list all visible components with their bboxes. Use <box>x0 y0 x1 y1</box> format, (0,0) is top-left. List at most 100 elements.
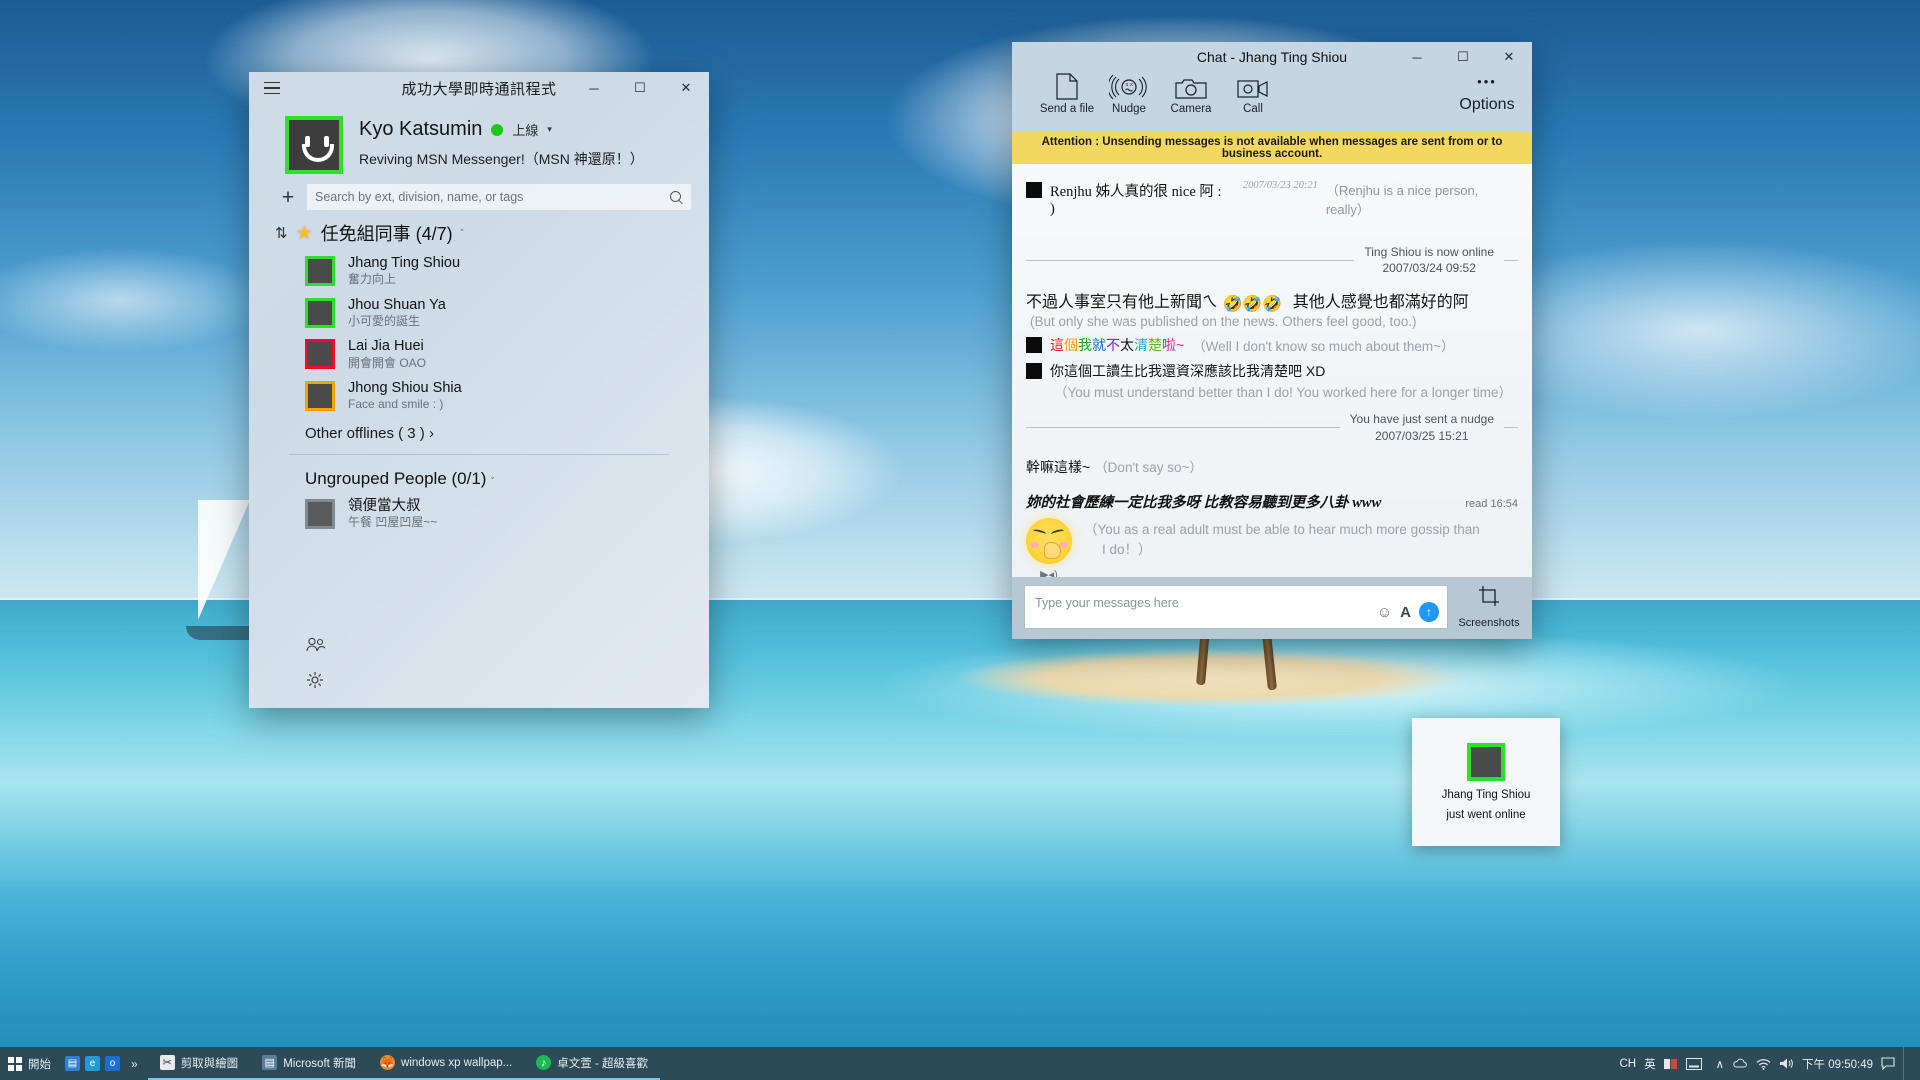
chat-message: 幹嘛這樣~ （Don't say so~） <box>1026 456 1518 477</box>
onedrive-icon[interactable] <box>1732 1058 1748 1070</box>
contact-name: Lai Jia Huei <box>348 338 424 355</box>
divider <box>1504 427 1518 429</box>
taskbar-item-label: 卓文萱 - 超級喜歡 <box>557 1057 648 1070</box>
profile-status-label[interactable]: 上線 <box>512 120 538 139</box>
other-offlines-link[interactable]: Other offlines ( 3 ) › <box>249 417 709 448</box>
network-icon[interactable] <box>1756 1058 1771 1070</box>
notifications-icon[interactable] <box>1881 1057 1895 1070</box>
user-profile: Kyo Katsumin 上線 ▾ Reviving MSN Messenger… <box>249 104 709 180</box>
tray-expand-chevron-icon[interactable]: ∧ <box>1716 1057 1724 1071</box>
start-button[interactable]: 開始 <box>0 1047 61 1080</box>
avatar[interactable] <box>285 116 343 174</box>
toast-contact-name: Jhang Ting Shiou <box>1441 789 1531 801</box>
list-item[interactable]: Jhou Shuan Ya 小可愛的誕生 <box>249 292 709 334</box>
system-notice: Ting Shiou is now online 2007/03/24 09:5… <box>1026 244 1518 276</box>
call-button[interactable]: Call <box>1222 74 1284 115</box>
screenshots-button[interactable]: Screenshots <box>1456 585 1522 629</box>
gear-icon[interactable] <box>301 666 329 694</box>
emoji-icon[interactable]: ☺ <box>1377 604 1392 621</box>
message-translation: (But only she was published on the news.… <box>1030 314 1417 330</box>
chat-toolbar: Send a file x x Nudge Camera Call ••• Op… <box>1012 72 1532 132</box>
options-button[interactable]: ••• Options <box>1456 74 1518 114</box>
taskbar-item-label: windows xp wallpap... <box>401 1056 513 1069</box>
message-input[interactable]: Type your messages here ☺ A ↑ <box>1024 585 1448 629</box>
search-icon[interactable] <box>670 190 683 204</box>
divider <box>1026 259 1355 261</box>
group-header[interactable]: ⇅ ★ 任免組同事 (4/7) ˇ <box>249 210 709 250</box>
system-line-1: You have just sent a nudge <box>1349 412 1494 427</box>
system-notice-text: Ting Shiou is now online 2007/03/24 09:5… <box>1364 244 1494 276</box>
chevron-down-icon[interactable]: ˇ <box>491 476 494 486</box>
chat-input-area: Type your messages here ☺ A ↑ Screenshot… <box>1012 577 1532 639</box>
overflow-chevron-icon[interactable]: » <box>125 1057 144 1071</box>
hamburger-icon[interactable] <box>255 72 289 104</box>
chat-titlebar: Chat - Jhang Ting Shiou ─ ☐ ✕ <box>1012 42 1532 72</box>
minimize-button[interactable]: ─ <box>571 73 617 103</box>
system-line-1: Ting Shiou is now online <box>1364 245 1494 259</box>
minimize-button[interactable]: ─ <box>1394 42 1440 72</box>
message-translation: （Renjhu is a nice person, really） <box>1325 183 1479 217</box>
send-button[interactable]: ↑ <box>1419 602 1439 622</box>
clock[interactable]: 下午 09:50:49 <box>1802 1056 1873 1072</box>
camera-button[interactable]: Camera <box>1160 74 1222 115</box>
list-item[interactable]: Jhong Shiou Shia Face and smile : ) <box>249 375 709 417</box>
system-line-2: 2007/03/25 15:21 <box>1375 428 1469 443</box>
taskbar-item-news[interactable]: ▤ Microsoft 新聞 <box>250 1047 369 1080</box>
smirk-sticker-icon <box>1026 517 1072 564</box>
search-input[interactable] <box>315 190 670 204</box>
contact-status-message: Face and smile : ) <box>348 397 444 412</box>
taskbar-item-media[interactable]: ♪ 卓文萱 - 超級喜歡 <box>524 1047 660 1080</box>
list-item[interactable]: Jhang Ting Shiou 奮力向上 <box>249 250 709 292</box>
close-button[interactable]: ✕ <box>663 73 709 103</box>
ime-palette-icon[interactable] <box>1663 1057 1678 1071</box>
contact-status-message: 開會開會 OAO <box>348 355 427 370</box>
message-translation: （Well I don't know so much about them~） <box>1192 339 1455 355</box>
ungrouped-contact-list: 領便當大叔 午餐 凹屋凹屋~~ <box>249 493 709 535</box>
sound-icon[interactable] <box>1779 1057 1794 1070</box>
file-explorer-icon[interactable]: ▤ <box>65 1056 80 1071</box>
contact-status-message: 奮力向上 <box>348 272 397 287</box>
media-icon: ♪ <box>536 1055 552 1070</box>
taskbar-item-snip[interactable]: ✂ 剪取與繪圖 <box>147 1047 251 1080</box>
crop-icon <box>1478 585 1500 612</box>
ime-keyboard-icon[interactable] <box>1685 1057 1702 1070</box>
nudge-button[interactable]: x x Nudge <box>1098 74 1160 115</box>
contacts-window-controls: ─ ☐ ✕ <box>571 73 709 103</box>
system-line-2: 2007/03/24 09:52 <box>1382 261 1476 276</box>
contact-name: 領便當大叔 <box>348 497 421 514</box>
chevron-down-icon[interactable]: ▾ <box>547 124 552 135</box>
message-text-tail: 其他人感覺也都滿好的阿 <box>1292 294 1469 312</box>
list-item[interactable]: Lai Jia Huei 開會開會 OAO <box>249 333 709 375</box>
play-audio-icon[interactable]: ▶◂) <box>1040 568 1058 577</box>
maximize-button[interactable]: ☐ <box>1440 42 1486 72</box>
search-box[interactable] <box>307 184 691 210</box>
video-call-icon <box>1237 74 1269 100</box>
close-button[interactable]: ✕ <box>1486 42 1532 72</box>
add-contact-button[interactable]: + <box>279 187 297 208</box>
taskbar-item-firefox[interactable]: 🦊 windows xp wallpap... <box>368 1047 525 1080</box>
message-translation-line-2: I do！） <box>1102 541 1152 557</box>
maximize-button[interactable]: ☐ <box>617 73 663 103</box>
outlook-icon[interactable]: o <box>105 1056 120 1071</box>
attention-banner: Attention : Unsending messages is not av… <box>1012 132 1532 164</box>
sender-avatar <box>1026 337 1042 354</box>
chevron-down-icon[interactable]: ˇ <box>461 228 464 238</box>
list-item[interactable]: 領便當大叔 午餐 凹屋凹屋~~ <box>249 493 709 535</box>
edge-icon[interactable]: e <box>85 1056 100 1071</box>
ungrouped-group-header[interactable]: Ungrouped People (0/1) ˇ <box>249 455 709 493</box>
sender-avatar <box>1026 363 1042 380</box>
input-mode-label[interactable]: CH <box>1619 1058 1636 1070</box>
profile-tagline[interactable]: Reviving MSN Messenger!（MSN 神還原！） <box>359 149 644 169</box>
font-format-icon[interactable]: A <box>1400 604 1411 621</box>
toast-notification[interactable]: Jhang Ting Shiou just went online <box>1412 718 1560 846</box>
avatar <box>305 498 335 529</box>
sort-icon[interactable]: ⇅ <box>275 224 288 242</box>
ime-label[interactable]: 英 <box>1644 1056 1656 1072</box>
divider <box>1026 427 1340 429</box>
read-receipt: read 16:54 <box>1465 497 1518 510</box>
send-a-file-button[interactable]: Send a file <box>1036 73 1098 115</box>
people-icon[interactable] <box>301 630 329 658</box>
contact-name: Jhong Shiou Shia <box>348 380 462 397</box>
rofl-emoji-icon: 🤣🤣🤣 <box>1222 296 1283 314</box>
show-desktop-button[interactable] <box>1903 1047 1910 1080</box>
